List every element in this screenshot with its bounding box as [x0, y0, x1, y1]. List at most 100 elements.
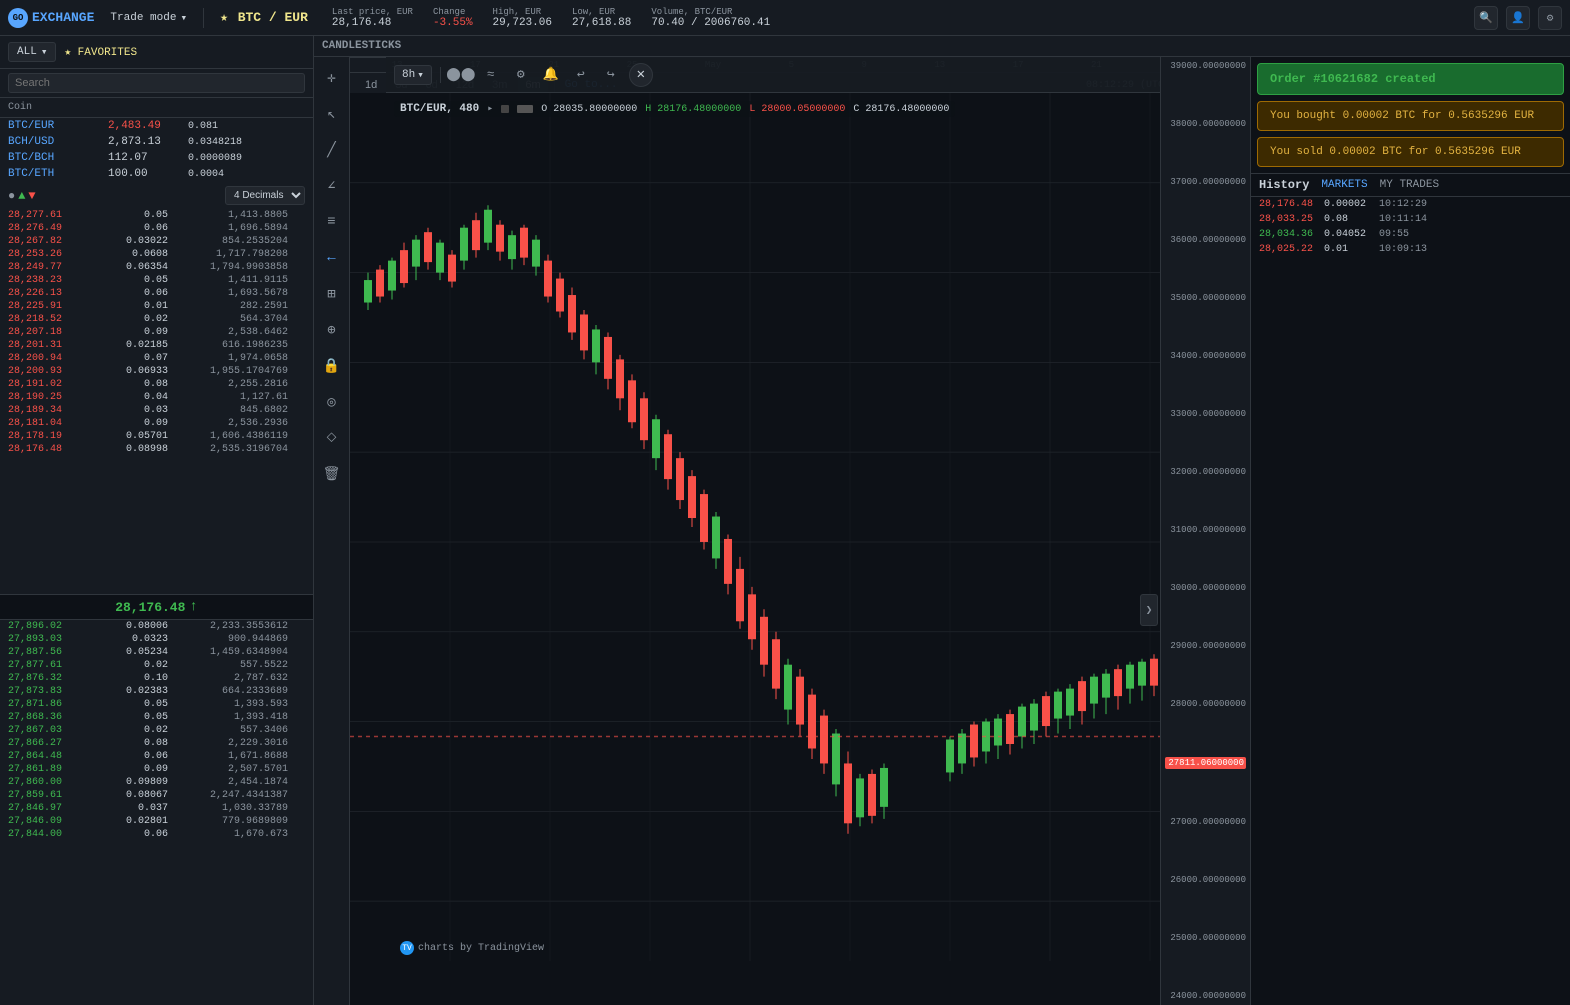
orderbook-sell-row[interactable]: 28,249.77 0.06354 1,794.9903858 — [0, 261, 313, 274]
orderbook-buy-row[interactable]: 27,846.97 0.037 1,030.33789 — [0, 802, 313, 815]
coin-list-item[interactable]: BCH/USD 2,873.13 0.0348218 — [0, 134, 313, 150]
search-input[interactable] — [8, 73, 305, 93]
orderbook-sell-row[interactable]: 28,176.48 0.08998 2,535.3196704 — [0, 443, 313, 456]
history-trade-row[interactable]: 28,034.36 0.04052 09:55 — [1251, 227, 1570, 242]
tab-all[interactable]: ALL ▾ — [8, 42, 56, 62]
orderbook-buy-row[interactable]: 27,864.48 0.06 1,671.8688 — [0, 750, 313, 763]
tab-markets[interactable]: MARKETS — [1321, 179, 1367, 191]
history-trade-row[interactable]: 28,033.25 0.08 10:11:14 — [1251, 212, 1570, 227]
orderbook-buy-row[interactable]: 27,867.03 0.02 557.3406 — [0, 724, 313, 737]
orderbook-sell-row[interactable]: 28,207.18 0.09 2,538.6462 — [0, 326, 313, 339]
coin-list-item[interactable]: BTC/EUR 2,483.49 0.081 — [0, 118, 313, 134]
coin-list-item[interactable]: BTC/ETH 100.00 0.0004 — [0, 166, 313, 182]
delete-tool[interactable]: 🗑 — [319, 461, 345, 487]
lock-tool[interactable]: 🔒 — [319, 353, 345, 379]
high-label: High, EUR — [493, 7, 552, 17]
crosshair-tool[interactable]: ✛ — [319, 65, 345, 91]
ob-sell-price: 28,276.49 — [8, 223, 98, 234]
ob-sell-size: 0.09 — [98, 327, 168, 338]
orderbook-buy-row[interactable]: 27,896.02 0.08006 2,233.3553612 — [0, 620, 313, 633]
h-size: 0.01 — [1324, 244, 1379, 255]
price-level: 34000.00000000 — [1165, 351, 1246, 361]
orderbook-buy-row[interactable]: 27,876.32 0.10 2,787.632 — [0, 672, 313, 685]
expand-chart-button[interactable]: ❯ — [1140, 594, 1158, 626]
eye-tool[interactable]: ◎ — [319, 389, 345, 415]
orderbook-sell-row[interactable]: 28,201.31 0.02185 616.1986235 — [0, 339, 313, 352]
price-level: 36000.00000000 — [1165, 235, 1246, 245]
tab-my-trades[interactable]: MY TRADES — [1380, 179, 1439, 191]
cursor-tool[interactable]: ↖ — [319, 101, 345, 127]
decimals-select[interactable]: 4 Decimals 2 Decimals 6 Decimals 8 Decim… — [225, 186, 305, 205]
orderbook-sell-row[interactable]: 28,178.19 0.05701 1,606.4386119 — [0, 430, 313, 443]
orderbook-buy-row[interactable]: 27,873.83 0.02383 664.2333689 — [0, 685, 313, 698]
orderbook-buy-row[interactable]: 27,859.61 0.08067 2,247.4341387 — [0, 789, 313, 802]
indicator-icon[interactable]: ⚙ — [509, 63, 533, 87]
orderbook-sell-row[interactable]: 28,226.13 0.06 1,693.5678 — [0, 287, 313, 300]
orderbook-buy-row[interactable]: 27,846.09 0.02801 779.9689809 — [0, 815, 313, 828]
ob-sell-price: 28,191.02 — [8, 379, 98, 390]
ob-buy-price: 27,873.83 — [8, 686, 98, 697]
ob-buy-price: 27,859.61 — [8, 790, 98, 801]
ob-sell-price: 28,207.18 — [8, 327, 98, 338]
ob-sell-total: 1,693.5678 — [168, 288, 288, 299]
orderbook-sell-row[interactable]: 28,218.52 0.02 564.3704 — [0, 313, 313, 326]
ob-sell-size: 0.08998 — [98, 444, 168, 455]
ob-buy-size: 0.06 — [98, 829, 168, 840]
orderbook-sell-row[interactable]: 28,189.34 0.03 845.6802 — [0, 404, 313, 417]
forward-icon[interactable]: ↪ — [599, 63, 623, 87]
ob-sell-price: 28,218.52 — [8, 314, 98, 325]
orderbook-buy-row[interactable]: 27,860.00 0.09809 2,454.1874 — [0, 776, 313, 789]
tab-favorites[interactable]: ★ FAVORITES — [64, 45, 137, 59]
candle-type-icon[interactable]: ⬤⬤ — [449, 63, 473, 87]
compare-icon[interactable]: ≈ — [479, 63, 503, 87]
orderbook-sell-row[interactable]: 28,277.61 0.05 1,413.8805 — [0, 209, 313, 222]
orderbook-sell-row[interactable]: 28,200.94 0.07 1,974.0658 — [0, 352, 313, 365]
ob-sell-price: 28,176.48 — [8, 444, 98, 455]
search-button[interactable]: 🔍 — [1474, 6, 1498, 30]
line-tool[interactable]: ╱ — [319, 137, 345, 163]
ob-buy-total: 1,393.593 — [168, 699, 288, 710]
low-label: Low, EUR — [572, 7, 631, 17]
orderbook-sell-row[interactable]: 28,225.91 0.01 282.2591 — [0, 300, 313, 313]
orderbook-buy-row[interactable]: 27,877.61 0.02 557.5522 — [0, 659, 313, 672]
price-level: 38000.00000000 — [1165, 119, 1246, 129]
orderbook-sell-row[interactable]: 28,253.26 0.0608 1,717.798208 — [0, 248, 313, 261]
timeframe-8h-button[interactable]: 8h ▾ — [394, 65, 432, 85]
back-tool[interactable]: ← — [319, 245, 345, 271]
orderbook-sell-row[interactable]: 28,267.82 0.03022 854.2535204 — [0, 235, 313, 248]
orderbook-buy-row[interactable]: 27,868.36 0.05 1,393.418 — [0, 711, 313, 724]
orderbook-buy-row[interactable]: 27,871.86 0.05 1,393.593 — [0, 698, 313, 711]
ob-sell-price: 28,277.61 — [8, 210, 98, 221]
alert-icon[interactable]: 🔔 — [539, 63, 563, 87]
orderbook-sell-row[interactable]: 28,191.02 0.08 2,255.2816 — [0, 378, 313, 391]
trade-mode-button[interactable]: Trade mode ▾ — [110, 11, 187, 25]
coin-list-item[interactable]: BTC/BCH 112.07 0.0000089 — [0, 150, 313, 166]
orderbook-buy-row[interactable]: 27,861.89 0.09 2,507.5701 — [0, 763, 313, 776]
angle-tool[interactable]: ∠ — [319, 173, 345, 199]
history-trade-row[interactable]: 28,025.22 0.01 10:09:13 — [1251, 242, 1570, 257]
favorites-tool[interactable]: ⬦ — [319, 425, 345, 451]
orderbook-buy-row[interactable]: 27,887.56 0.05234 1,459.6348904 — [0, 646, 313, 659]
chart-close-button[interactable]: ✕ — [629, 63, 653, 87]
settings-icon-button[interactable]: ⚙ — [1538, 6, 1562, 30]
pair-label[interactable]: ★ BTC / EUR — [220, 10, 308, 25]
replay-icon[interactable]: ↩ — [569, 63, 593, 87]
orderbook-sell-row[interactable]: 28,200.93 0.06933 1,955.1704769 — [0, 365, 313, 378]
order-created-notification: Order #10621682 created — [1257, 63, 1564, 95]
orderbook-sell-row[interactable]: 28,181.04 0.09 2,536.2936 — [0, 417, 313, 430]
orderbook-buy-row[interactable]: 27,866.27 0.08 2,229.3016 — [0, 737, 313, 750]
user-icon-button[interactable]: 👤 — [1506, 6, 1530, 30]
ob-buy-price: 27,844.00 — [8, 829, 98, 840]
orderbook-sell-row[interactable]: 28,238.23 0.05 1,411.9115 — [0, 274, 313, 287]
ob-sell-total: 1,794.9903858 — [168, 262, 288, 273]
history-trade-row[interactable]: 28,176.48 0.00002 10:12:29 — [1251, 197, 1570, 212]
orderbook-sell-row[interactable]: 28,276.49 0.06 1,696.5894 — [0, 222, 313, 235]
zoom-tool[interactable]: ⊕ — [319, 317, 345, 343]
orderbook-sell-row[interactable]: 28,190.25 0.04 1,127.61 — [0, 391, 313, 404]
orderbook-buy-row[interactable]: 27,844.00 0.06 1,670.673 — [0, 828, 313, 841]
sort-down-icon: ▼ — [28, 189, 35, 203]
fibonacci-tool[interactable]: ≡ — [319, 209, 345, 235]
ohlc-high: H 28176.48000000 — [645, 104, 741, 115]
orderbook-buy-row[interactable]: 27,893.03 0.0323 900.944869 — [0, 633, 313, 646]
measure-tool[interactable]: ⊞ — [319, 281, 345, 307]
